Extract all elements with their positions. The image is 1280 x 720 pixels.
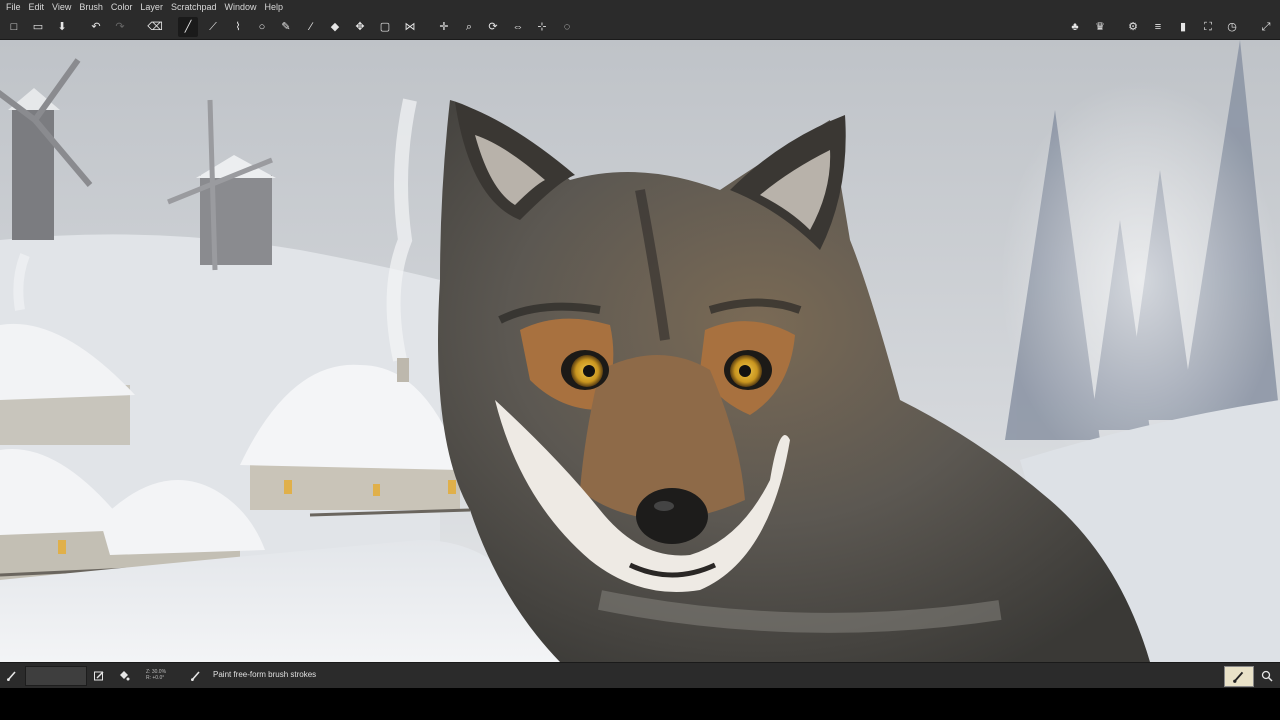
swatch-brush-icon	[1233, 671, 1244, 683]
color-picker-icon[interactable]	[1259, 668, 1275, 684]
menu-view[interactable]: View	[49, 0, 76, 15]
current-color-swatch[interactable]	[1224, 666, 1254, 687]
menu-brush[interactable]: Brush	[76, 0, 108, 15]
status-message: Paint free-form brush strokes	[213, 670, 317, 679]
edit-brush-icon[interactable]	[91, 668, 107, 684]
preferences-icon[interactable]: ⚙	[1123, 17, 1143, 37]
brush-icon[interactable]	[4, 668, 20, 684]
eraser-icon[interactable]: ⌫	[145, 17, 165, 37]
layers-icon[interactable]: ≡	[1148, 17, 1168, 37]
history-icon[interactable]: ◷	[1222, 17, 1242, 37]
zoom-view-icon[interactable]: ⌕	[459, 17, 479, 37]
rotation-level: R: +0.0°	[146, 675, 165, 681]
brush-settings-icon[interactable]: ♣	[1065, 17, 1085, 37]
undo-icon[interactable]: ↶	[86, 17, 106, 37]
brush-tool-icon[interactable]: ╱	[178, 17, 198, 37]
ellipse-tool-icon[interactable]: ○	[252, 17, 272, 37]
frame-tool-icon[interactable]: ▢	[375, 17, 395, 37]
move-layer-icon[interactable]: ✥	[350, 17, 370, 37]
symmetry-icon[interactable]: ⋈	[400, 17, 420, 37]
lasso-brush-icon[interactable]: ⌇	[228, 17, 248, 37]
scratchpad-icon[interactable]: ▮	[1173, 17, 1193, 37]
menu-help[interactable]: Help	[261, 0, 288, 15]
toolbar: □ ▭ ⬇ ↶ ↷ ⌫ ╱ ⟋ ⌇ ○ ✎ ∕ ◆ ✥ ▢ ⋈ ✛ ⌕ ⟳ ⇔ ⊹ ◌ ♣ ♛ ⚙ ≡ ▮ ⛶ ◷ ⤢	[0, 15, 1280, 40]
brush-size-field[interactable]	[25, 666, 87, 686]
menu-edit[interactable]: Edit	[26, 0, 50, 15]
status-bar: Z: 30.0% R: +0.0° Paint free-form brush …	[0, 662, 1280, 688]
menu-scratchpad[interactable]: Scratchpad	[168, 0, 222, 15]
wolf-nose	[636, 488, 708, 544]
open-file-icon[interactable]: ▭	[28, 17, 48, 37]
save-icon[interactable]: ⬇	[52, 17, 72, 37]
painting-canvas[interactable]	[0, 40, 1280, 662]
fit-view-icon[interactable]: ◌	[557, 17, 577, 37]
menu-window[interactable]: Window	[221, 0, 261, 15]
zoom-rotation-readout: Z: 30.0% R: +0.0°	[146, 669, 166, 681]
menu-color[interactable]: Color	[108, 0, 138, 15]
mirror-view-icon[interactable]: ⇔	[508, 17, 528, 37]
menu-layer[interactable]: Layer	[137, 0, 168, 15]
stroke-tool-icon[interactable]: ⟋	[203, 17, 223, 37]
pan-view-icon[interactable]: ✛	[434, 17, 454, 37]
palette-icon[interactable]: ♛	[1090, 17, 1110, 37]
new-file-icon[interactable]: □	[4, 17, 24, 37]
letterbox-bottom	[0, 688, 1280, 720]
expand-icon[interactable]: ⤢	[1256, 17, 1276, 37]
rotate-view-icon[interactable]: ⟳	[483, 17, 503, 37]
menu-bar: File Edit View Brush Color Layer Scratch…	[0, 0, 1280, 15]
current-tool-brush-icon	[188, 668, 204, 684]
fullscreen-icon[interactable]: ⛶	[1198, 17, 1218, 37]
fill-bucket-icon[interactable]	[116, 668, 132, 684]
canvas[interactable]	[0, 40, 1280, 662]
pen-tool-icon[interactable]: ✎	[276, 17, 296, 37]
reset-view-icon[interactable]: ⊹	[532, 17, 552, 37]
redo-icon[interactable]: ↷	[110, 17, 130, 37]
color-picker-icon[interactable]: ∕	[301, 17, 321, 37]
menu-file[interactable]: File	[3, 0, 26, 15]
fill-tool-icon[interactable]: ◆	[325, 17, 345, 37]
